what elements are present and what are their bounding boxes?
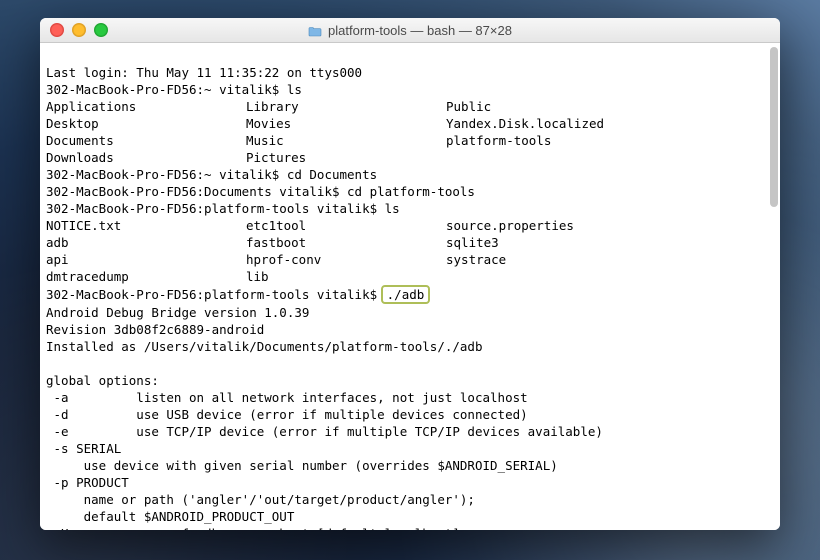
window-title: platform-tools — bash — 87×28 bbox=[40, 23, 780, 38]
line-opt-p-desc2: default $ANDROID_PRODUCT_OUT bbox=[46, 509, 294, 524]
zoom-icon[interactable] bbox=[94, 23, 108, 37]
close-icon[interactable] bbox=[50, 23, 64, 37]
line-adb-prompt-prefix: 302-MacBook-Pro-FD56:platform-tools vita… bbox=[46, 287, 385, 302]
line-opt-e: -e use TCP/IP device (error if multiple … bbox=[46, 424, 603, 439]
desktop-wallpaper: platform-tools — bash — 87×28 Last login… bbox=[0, 0, 820, 560]
line-adb-installed: Installed as /Users/vitalik/Documents/pl… bbox=[46, 339, 483, 354]
line-opt-s-desc: use device with given serial number (ove… bbox=[46, 458, 558, 473]
terminal-window: platform-tools — bash — 87×28 Last login… bbox=[40, 18, 780, 530]
ls-home-output: ApplicationsLibraryPublic bbox=[46, 98, 774, 115]
scrollbar-track[interactable] bbox=[770, 47, 778, 526]
line-adb-version: Android Debug Bridge version 1.0.39 bbox=[46, 305, 309, 320]
line-opt-h: -H name of adb server host [default=loca… bbox=[46, 526, 460, 530]
line-prompt-ls-pt: 302-MacBook-Pro-FD56:platform-tools vita… bbox=[46, 201, 400, 216]
line-prompt-ls-home: 302-MacBook-Pro-FD56:~ vitalik$ ls bbox=[46, 82, 302, 97]
ls-pt-output: NOTICE.txtetc1toolsource.properties bbox=[46, 217, 774, 234]
title-rest: — bash — 87×28 bbox=[407, 23, 512, 38]
line-cd-platform-tools: 302-MacBook-Pro-FD56:Documents vitalik$ … bbox=[46, 184, 475, 199]
line-last-login: Last login: Thu May 11 11:35:22 on ttys0… bbox=[46, 65, 362, 80]
title-folder: platform-tools bbox=[328, 23, 407, 38]
line-opt-a: -a listen on all network interfaces, not… bbox=[46, 390, 528, 405]
line-opt-p: -p PRODUCT bbox=[46, 475, 129, 490]
line-global-options-header: global options: bbox=[46, 373, 159, 388]
line-cd-documents: 302-MacBook-Pro-FD56:~ vitalik$ cd Docum… bbox=[46, 167, 377, 182]
window-titlebar[interactable]: platform-tools — bash — 87×28 bbox=[40, 18, 780, 43]
terminal-viewport[interactable]: Last login: Thu May 11 11:35:22 on ttys0… bbox=[40, 43, 780, 530]
line-opt-d: -d use USB device (error if multiple dev… bbox=[46, 407, 528, 422]
line-opt-p-desc1: name or path ('angler'/'out/target/produ… bbox=[46, 492, 475, 507]
folder-icon bbox=[308, 25, 322, 36]
scrollbar-thumb[interactable] bbox=[770, 47, 778, 207]
line-opt-s: -s SERIAL bbox=[46, 441, 121, 456]
traffic-lights bbox=[40, 23, 108, 37]
line-adb-revision: Revision 3db08f2c6889-android bbox=[46, 322, 264, 337]
minimize-icon[interactable] bbox=[72, 23, 86, 37]
highlighted-command: ./adb bbox=[381, 285, 431, 304]
